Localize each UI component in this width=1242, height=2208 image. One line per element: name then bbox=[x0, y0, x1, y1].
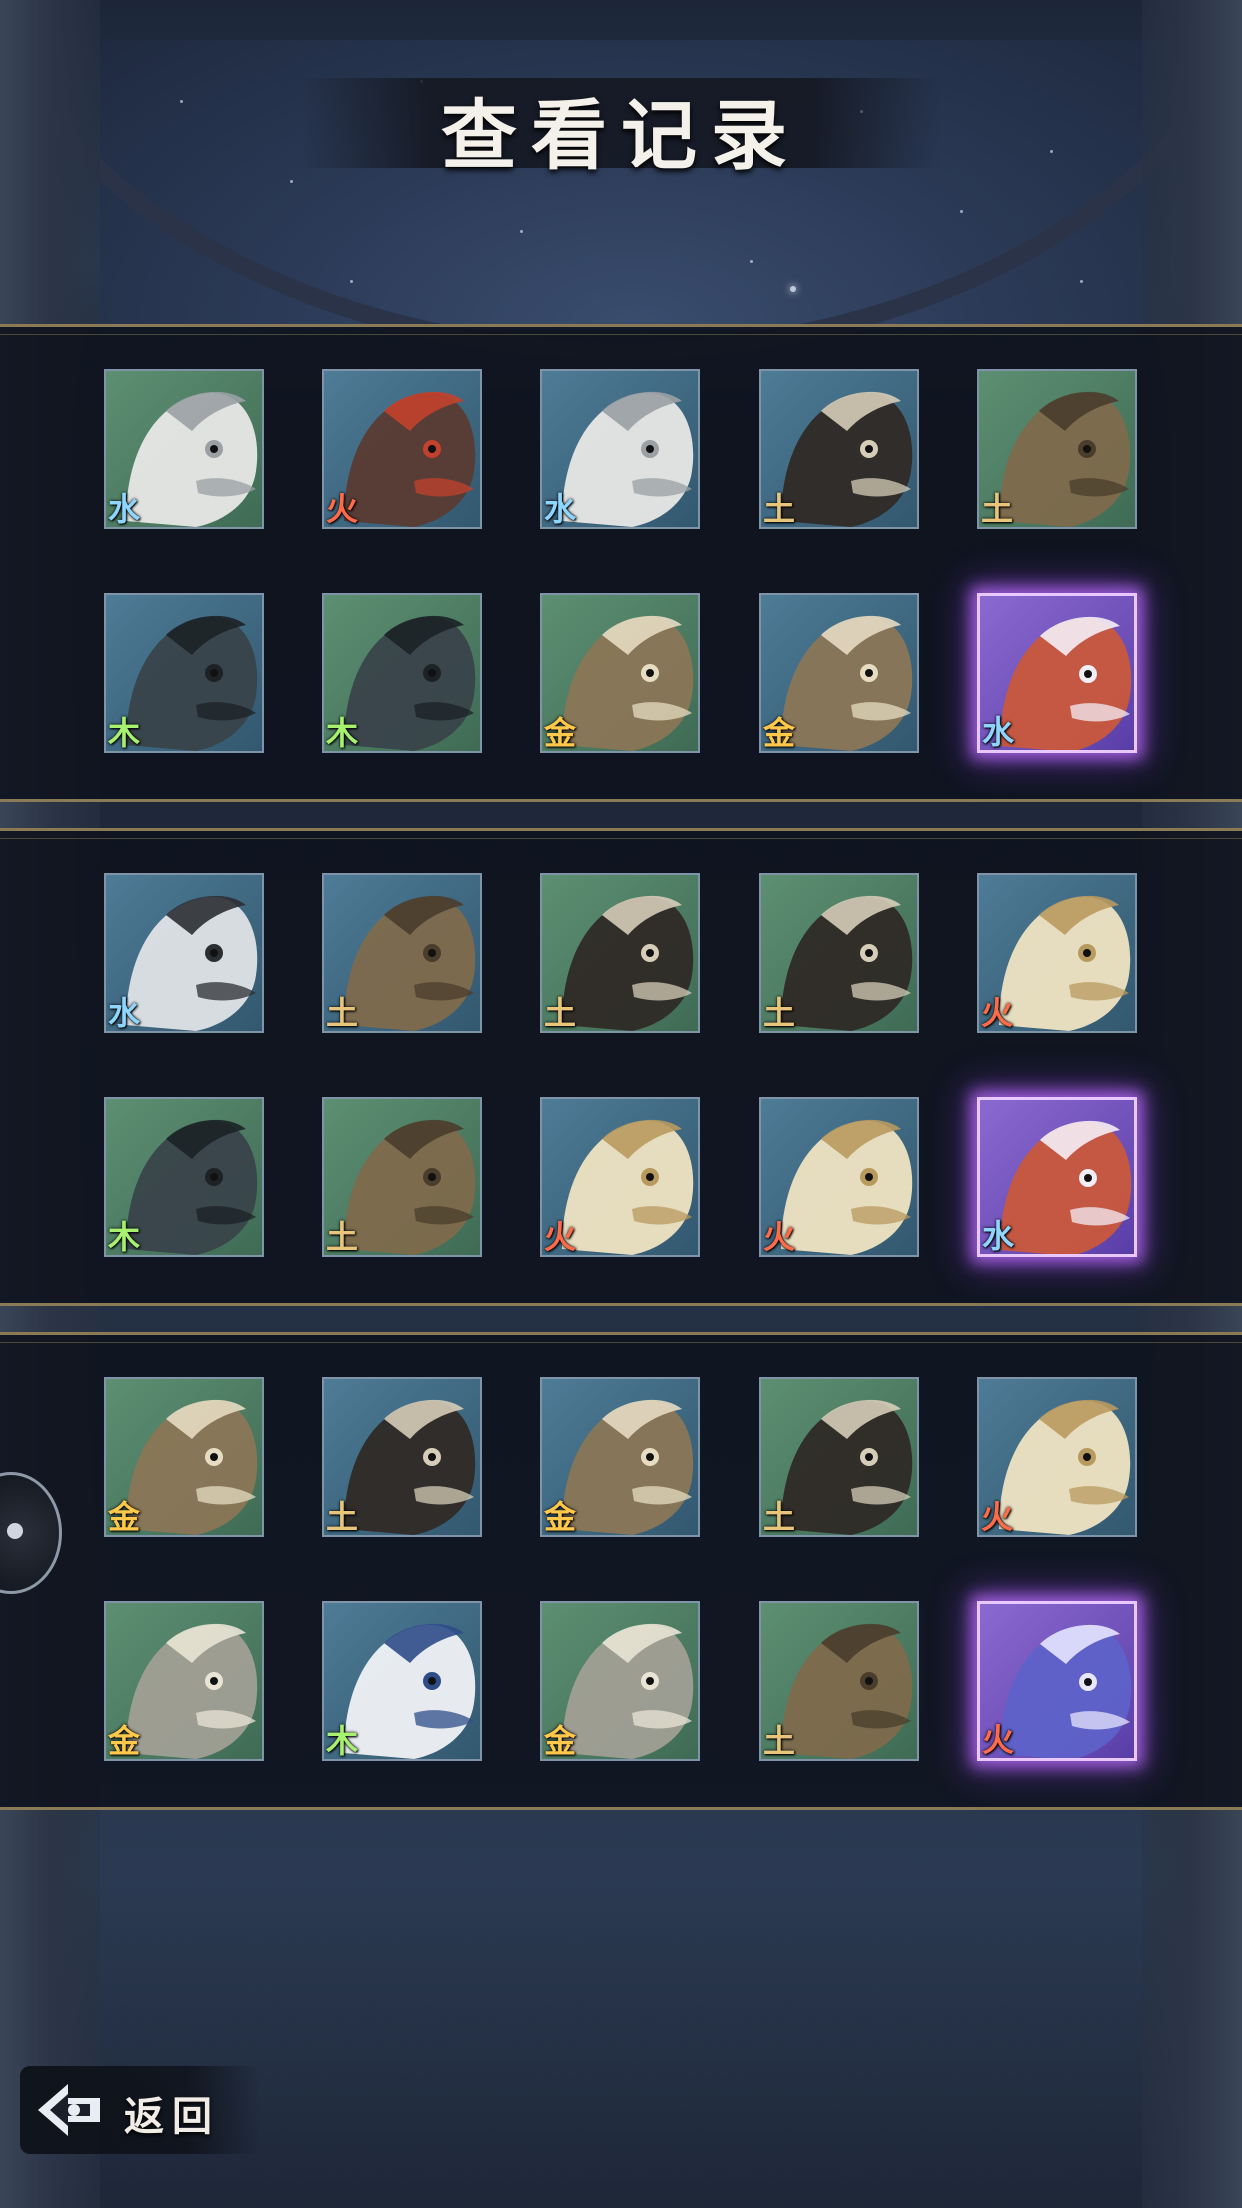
creature-card[interactable]: 金 bbox=[104, 1377, 264, 1537]
element-label: 火 bbox=[982, 1721, 1015, 1759]
element-label: 土 bbox=[763, 490, 796, 528]
element-label: 土 bbox=[326, 1498, 359, 1536]
record-section-2: 水土土土火木土火火水 bbox=[0, 828, 1242, 1306]
element-label: 金 bbox=[108, 1722, 141, 1760]
creature-card[interactable]: 木 bbox=[104, 593, 264, 753]
element-label: 火 bbox=[326, 490, 359, 528]
creature-card[interactable]: 金 bbox=[540, 1377, 700, 1537]
creature-card[interactable]: 土 bbox=[759, 369, 919, 529]
creature-card[interactable]: 水 bbox=[104, 873, 264, 1033]
element-label: 金 bbox=[544, 1498, 577, 1536]
creature-card[interactable]: 水 bbox=[977, 1097, 1137, 1257]
creature-card[interactable]: 火 bbox=[977, 873, 1137, 1033]
creature-card[interactable]: 土 bbox=[759, 1377, 919, 1537]
record-section-1: 水火水土土木木金金水 bbox=[0, 324, 1242, 802]
creature-card[interactable]: 火 bbox=[540, 1097, 700, 1257]
element-label: 水 bbox=[108, 994, 141, 1032]
record-section-3: 金土金土火金木金土火 bbox=[0, 1332, 1242, 1810]
yin-yang-dot-icon bbox=[7, 1523, 23, 1539]
page-title: 查看记录 bbox=[441, 91, 801, 180]
creature-card[interactable]: 土 bbox=[759, 873, 919, 1033]
element-label: 金 bbox=[108, 1498, 141, 1536]
element-label: 土 bbox=[326, 994, 359, 1032]
creature-card[interactable]: 金 bbox=[759, 593, 919, 753]
element-label: 木 bbox=[326, 1722, 359, 1760]
creature-card[interactable]: 火 bbox=[759, 1097, 919, 1257]
creature-card[interactable]: 木 bbox=[322, 1601, 482, 1761]
creature-card[interactable]: 金 bbox=[104, 1601, 264, 1761]
element-label: 水 bbox=[544, 490, 577, 528]
element-label: 木 bbox=[108, 1218, 141, 1256]
back-label: 返回 bbox=[124, 2093, 220, 2140]
creature-card[interactable]: 木 bbox=[322, 593, 482, 753]
element-label: 金 bbox=[544, 1722, 577, 1760]
creature-card[interactable]: 土 bbox=[540, 873, 700, 1033]
creature-card[interactable]: 水 bbox=[540, 369, 700, 529]
element-label: 土 bbox=[981, 490, 1014, 528]
creature-card[interactable]: 土 bbox=[322, 1377, 482, 1537]
creature-card[interactable]: 土 bbox=[977, 369, 1137, 529]
element-label: 金 bbox=[763, 714, 796, 752]
element-label: 土 bbox=[763, 1498, 796, 1536]
element-label: 火 bbox=[981, 1498, 1014, 1536]
creature-card[interactable]: 土 bbox=[322, 1097, 482, 1257]
element-label: 土 bbox=[326, 1218, 359, 1256]
element-label: 水 bbox=[108, 490, 141, 528]
element-label: 木 bbox=[326, 714, 359, 752]
creature-card[interactable]: 金 bbox=[540, 593, 700, 753]
creature-card[interactable]: 金 bbox=[540, 1601, 700, 1761]
element-label: 土 bbox=[763, 1722, 796, 1760]
element-label: 火 bbox=[544, 1218, 577, 1256]
creature-card[interactable]: 火 bbox=[977, 1377, 1137, 1537]
element-label: 火 bbox=[981, 994, 1014, 1032]
element-label: 火 bbox=[763, 1218, 796, 1256]
element-label: 土 bbox=[544, 994, 577, 1032]
element-label: 土 bbox=[763, 994, 796, 1032]
element-label: 金 bbox=[544, 714, 577, 752]
creature-card[interactable]: 水 bbox=[104, 369, 264, 529]
creature-card[interactable]: 火 bbox=[322, 369, 482, 529]
element-label: 水 bbox=[982, 713, 1015, 751]
creature-card[interactable]: 土 bbox=[759, 1601, 919, 1761]
element-label: 水 bbox=[982, 1217, 1015, 1255]
back-button[interactable]: 返回 bbox=[20, 2066, 260, 2154]
back-arrow-icon bbox=[38, 2084, 100, 2136]
element-label: 木 bbox=[108, 714, 141, 752]
creature-card[interactable]: 水 bbox=[977, 593, 1137, 753]
creature-card[interactable]: 木 bbox=[104, 1097, 264, 1257]
creature-card[interactable]: 土 bbox=[322, 873, 482, 1033]
creature-card[interactable]: 火 bbox=[977, 1601, 1137, 1761]
